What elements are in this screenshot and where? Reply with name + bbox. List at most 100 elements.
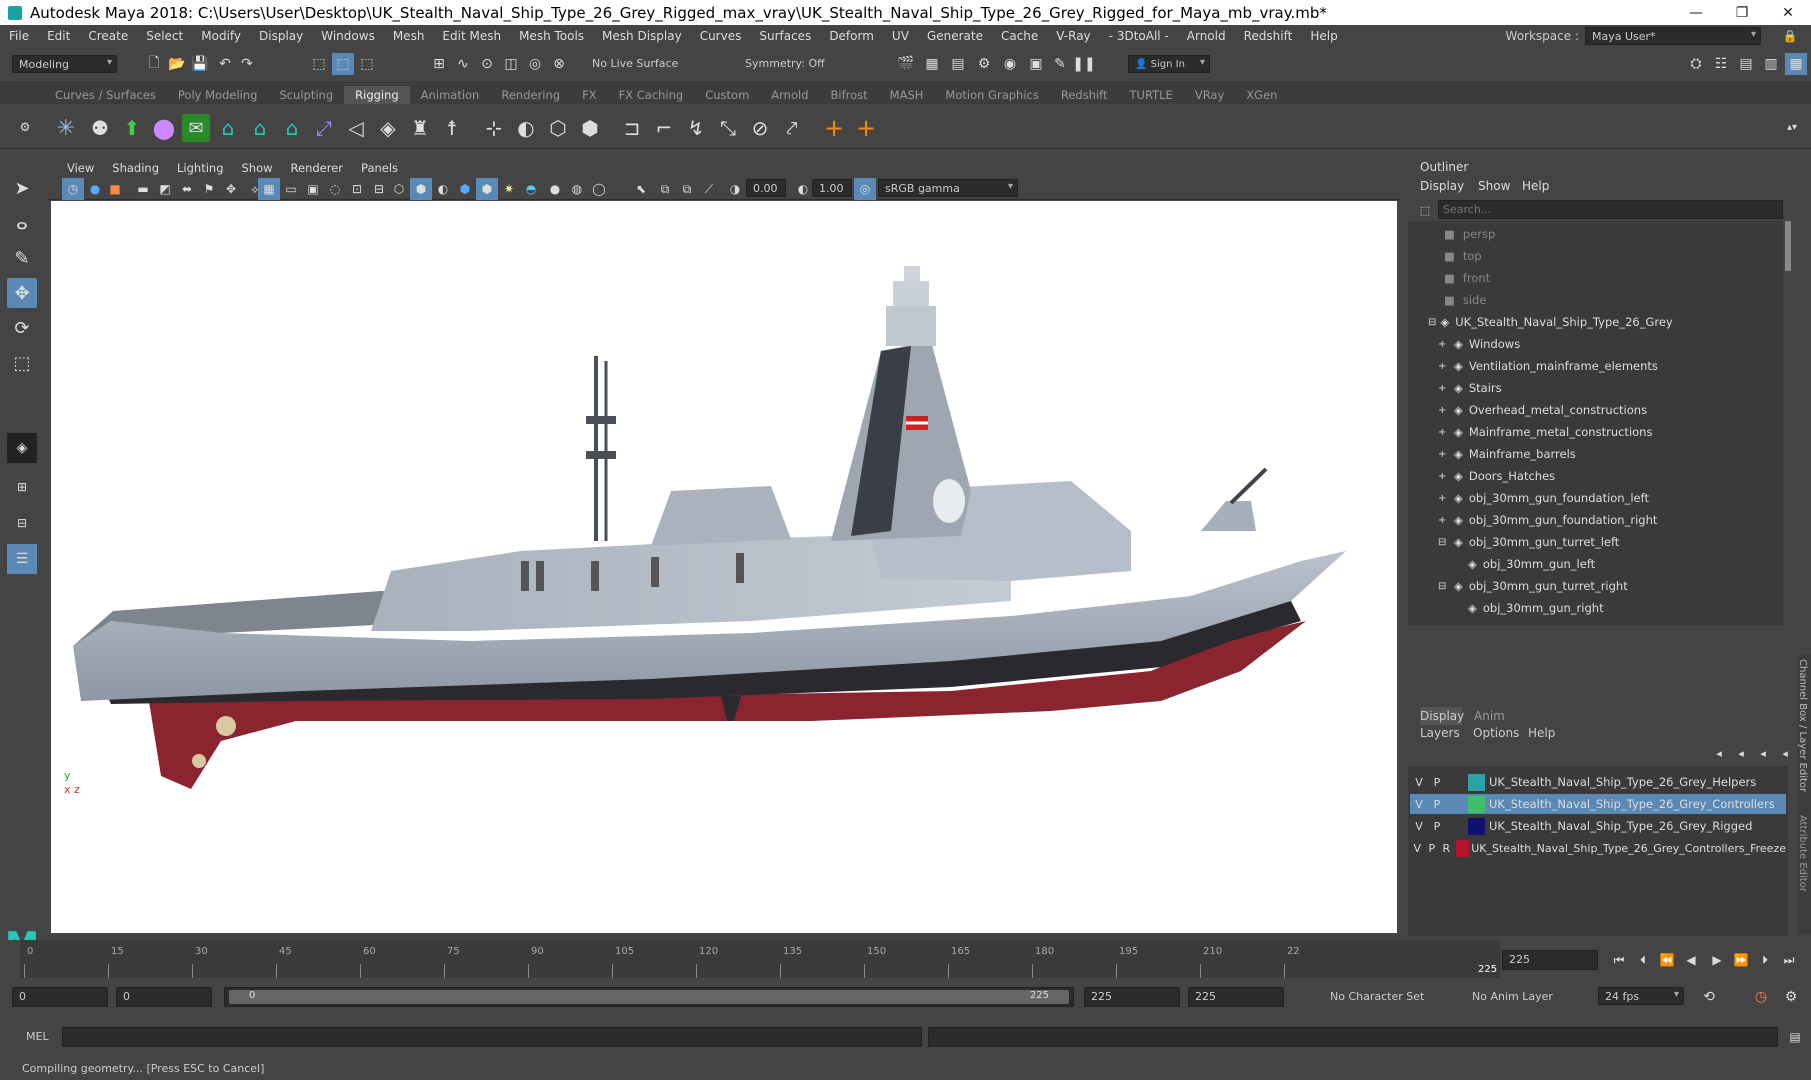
xray-components-icon[interactable]: ⟋	[698, 178, 720, 200]
menu-arnold[interactable]: Arnold	[1178, 29, 1235, 43]
outliner-item[interactable]: + ◈ Mainframe_barrels	[1438, 444, 1576, 464]
hypershade-icon[interactable]: ◉	[999, 53, 1021, 75]
isolate-select-icon[interactable]: ⬉	[630, 178, 652, 200]
menu-redshift[interactable]: Redshift	[1235, 29, 1302, 43]
outliner-menu-help[interactable]: Help	[1522, 179, 1549, 193]
xray-joints-icon[interactable]: ⧉	[676, 178, 698, 200]
menu-create[interactable]: Create	[79, 29, 137, 43]
loop-icon[interactable]: ⟲	[1698, 986, 1720, 1008]
viewport-menu-show[interactable]: Show	[233, 161, 282, 175]
safe-action-icon[interactable]: ⊡	[346, 178, 368, 200]
animation-preferences-icon[interactable]: ⚙	[1780, 986, 1802, 1008]
menu-cache[interactable]: Cache	[992, 29, 1047, 43]
outliner-item[interactable]: + ◈ Windows	[1438, 334, 1520, 354]
viewport-menu-shading[interactable]: Shading	[103, 161, 168, 175]
shelf-scroll-icon[interactable]: ▴▾	[1783, 112, 1801, 142]
wireframe-on-shaded-icon[interactable]: ⬢	[476, 178, 498, 200]
shelf-tab-animation[interactable]: Animation	[410, 86, 491, 104]
outliner-item[interactable]: + ◈ Doors_Hatches	[1438, 466, 1555, 486]
shelf-tab-turtle[interactable]: TURTLE	[1119, 86, 1184, 104]
toggle-attribute-editor-icon[interactable]: ☷	[1710, 53, 1732, 75]
tangent-constraint-icon[interactable]: ⊘	[746, 114, 774, 142]
play-backward-icon[interactable]: ◀	[1680, 949, 1702, 971]
outliner-item[interactable]: ⊟ ◈ obj_30mm_gun_turret_right	[1438, 576, 1628, 596]
outliner-item[interactable]: + ◈ obj_30mm_gun_foundation_right	[1438, 510, 1657, 530]
layer-row-helpers[interactable]: V P UK_Stealth_Naval_Ship_Type_26_Grey_Hel…	[1410, 772, 1786, 792]
anim-layer-dropdown[interactable]: No Anim Layer	[1472, 990, 1553, 1003]
vray-ipr-icon[interactable]: ✎	[1049, 53, 1071, 75]
scale-tool-icon[interactable]: ⬚	[7, 348, 37, 378]
menu-mesh-tools[interactable]: Mesh Tools	[510, 29, 593, 43]
layer-playback[interactable]: P	[1428, 798, 1446, 811]
ik-spline-icon[interactable]: ⬤	[150, 114, 178, 142]
select-camera-icon[interactable]: ◷	[62, 178, 84, 200]
outliner-camera-top[interactable]: ■ top	[1444, 246, 1482, 266]
snap-vertex-icon[interactable]: ⊗	[548, 53, 570, 75]
outliner-item[interactable]: + ◈ obj_30mm_gun_foundation_left	[1438, 488, 1649, 508]
outliner-item[interactable]: + ◈ Mainframe_metal_constructions	[1438, 422, 1652, 442]
snap-point-icon[interactable]: ⊙	[476, 53, 498, 75]
layer-row-controllers-freeze[interactable]: V P R UK_Stealth_Naval_Ship_Type_26_Grey_Co…	[1410, 838, 1786, 858]
layer-color-swatch[interactable]	[1468, 795, 1485, 813]
exposure-field[interactable]: 0.00	[746, 179, 786, 197]
outliner-camera-persp[interactable]: ■ persp	[1444, 224, 1495, 244]
outliner-menu-show[interactable]: Show	[1478, 179, 1510, 193]
shelf-tab-fx-caching[interactable]: FX Caching	[608, 86, 695, 104]
outliner-item[interactable]: + ◈ Ventilation_mainframe_elements	[1438, 356, 1658, 376]
bind-skin-icon[interactable]: ✉	[182, 114, 210, 142]
paint-select-tool-icon[interactable]: ✎	[7, 243, 37, 273]
range-bar[interactable]: 0 225	[224, 987, 1074, 1007]
shelf-tab-poly-modeling[interactable]: Poly Modeling	[167, 86, 269, 104]
render-view-icon[interactable]: ▦	[921, 53, 943, 75]
time-ruler[interactable]	[20, 940, 1500, 978]
grid-icon[interactable]: ✥	[220, 178, 242, 200]
viewport-menu-panels[interactable]: Panels	[352, 161, 407, 175]
expand-icon[interactable]: +	[1438, 449, 1450, 460]
auto-key-icon[interactable]: ◷	[1750, 986, 1772, 1008]
step-forward-icon[interactable]: ⏵	[1754, 949, 1776, 971]
snap-grid-icon[interactable]: ⊞	[428, 53, 450, 75]
sign-in-button[interactable]: 👤 Sign In	[1128, 55, 1210, 73]
collapse-icon[interactable]: ⊟	[1428, 317, 1436, 328]
shadows-icon[interactable]: ◓	[520, 178, 542, 200]
scale-constraint-icon[interactable]: ⬢	[576, 114, 604, 142]
expand-icon[interactable]: +	[1438, 361, 1450, 372]
rotate-tool-icon[interactable]: ⟳	[7, 313, 37, 343]
shelf-tab-vray[interactable]: VRay	[1184, 86, 1235, 104]
select-hierarchy-icon[interactable]: ⬚	[308, 53, 330, 75]
step-back-icon[interactable]: ⏴	[1632, 949, 1654, 971]
outliner-camera-front[interactable]: ■ front	[1444, 268, 1490, 288]
outliner-item[interactable]: + ◈ Stairs	[1438, 378, 1502, 398]
playback-start-field[interactable]: 0	[116, 987, 212, 1007]
outliner-item[interactable]: ⊟ ◈ obj_30mm_gun_turret_left	[1438, 532, 1619, 552]
snap-view-icon[interactable]: ◫	[500, 53, 522, 75]
lock-icon[interactable]: 🔒	[1779, 25, 1801, 47]
skeleton-icon[interactable]: ☨	[438, 114, 466, 142]
mel-command-input[interactable]	[62, 1027, 922, 1047]
redo-icon[interactable]: ↷	[236, 53, 258, 75]
ik-handle-icon[interactable]: ⬆	[118, 114, 146, 142]
toggle-tool-settings-icon[interactable]: ▤	[1735, 53, 1757, 75]
lasso-tool-icon[interactable]: ⴰ	[7, 208, 37, 238]
layer-tab-anim[interactable]: Anim	[1474, 707, 1505, 725]
layer-color-swatch[interactable]	[1468, 773, 1485, 791]
menu-edit[interactable]: Edit	[38, 29, 79, 43]
outliner-root-group[interactable]: ⊟ ◈ UK_Stealth_Naval_Ship_Type_26_Grey	[1428, 312, 1673, 332]
perspective-viewport[interactable]: y x z	[51, 201, 1397, 933]
expand-icon[interactable]: +	[1438, 515, 1450, 526]
layer-visibility[interactable]: V	[1410, 842, 1425, 855]
mode-dropdown[interactable]: Modeling	[12, 55, 117, 73]
menu-modify[interactable]: Modify	[192, 29, 250, 43]
collapse-icon[interactable]: ⊟	[1438, 537, 1450, 548]
undo-icon[interactable]: ↶	[214, 53, 236, 75]
add-influence-icon[interactable]: +	[852, 114, 880, 142]
menu-edit-mesh[interactable]: Edit Mesh	[433, 29, 510, 43]
layer-menu-layers[interactable]: Layers	[1420, 726, 1460, 740]
animation-end-field[interactable]: 225	[1188, 987, 1284, 1007]
layer-playback[interactable]: P	[1425, 842, 1440, 855]
shelf-tab-rendering[interactable]: Rendering	[490, 86, 571, 104]
image-plane-icon[interactable]: ▬	[132, 178, 154, 200]
playback-end-field[interactable]: 225	[1084, 987, 1180, 1007]
move-layer-down-icon[interactable]: ◂	[1730, 742, 1752, 764]
smooth-shade-icon[interactable]: ⬢	[410, 178, 432, 200]
